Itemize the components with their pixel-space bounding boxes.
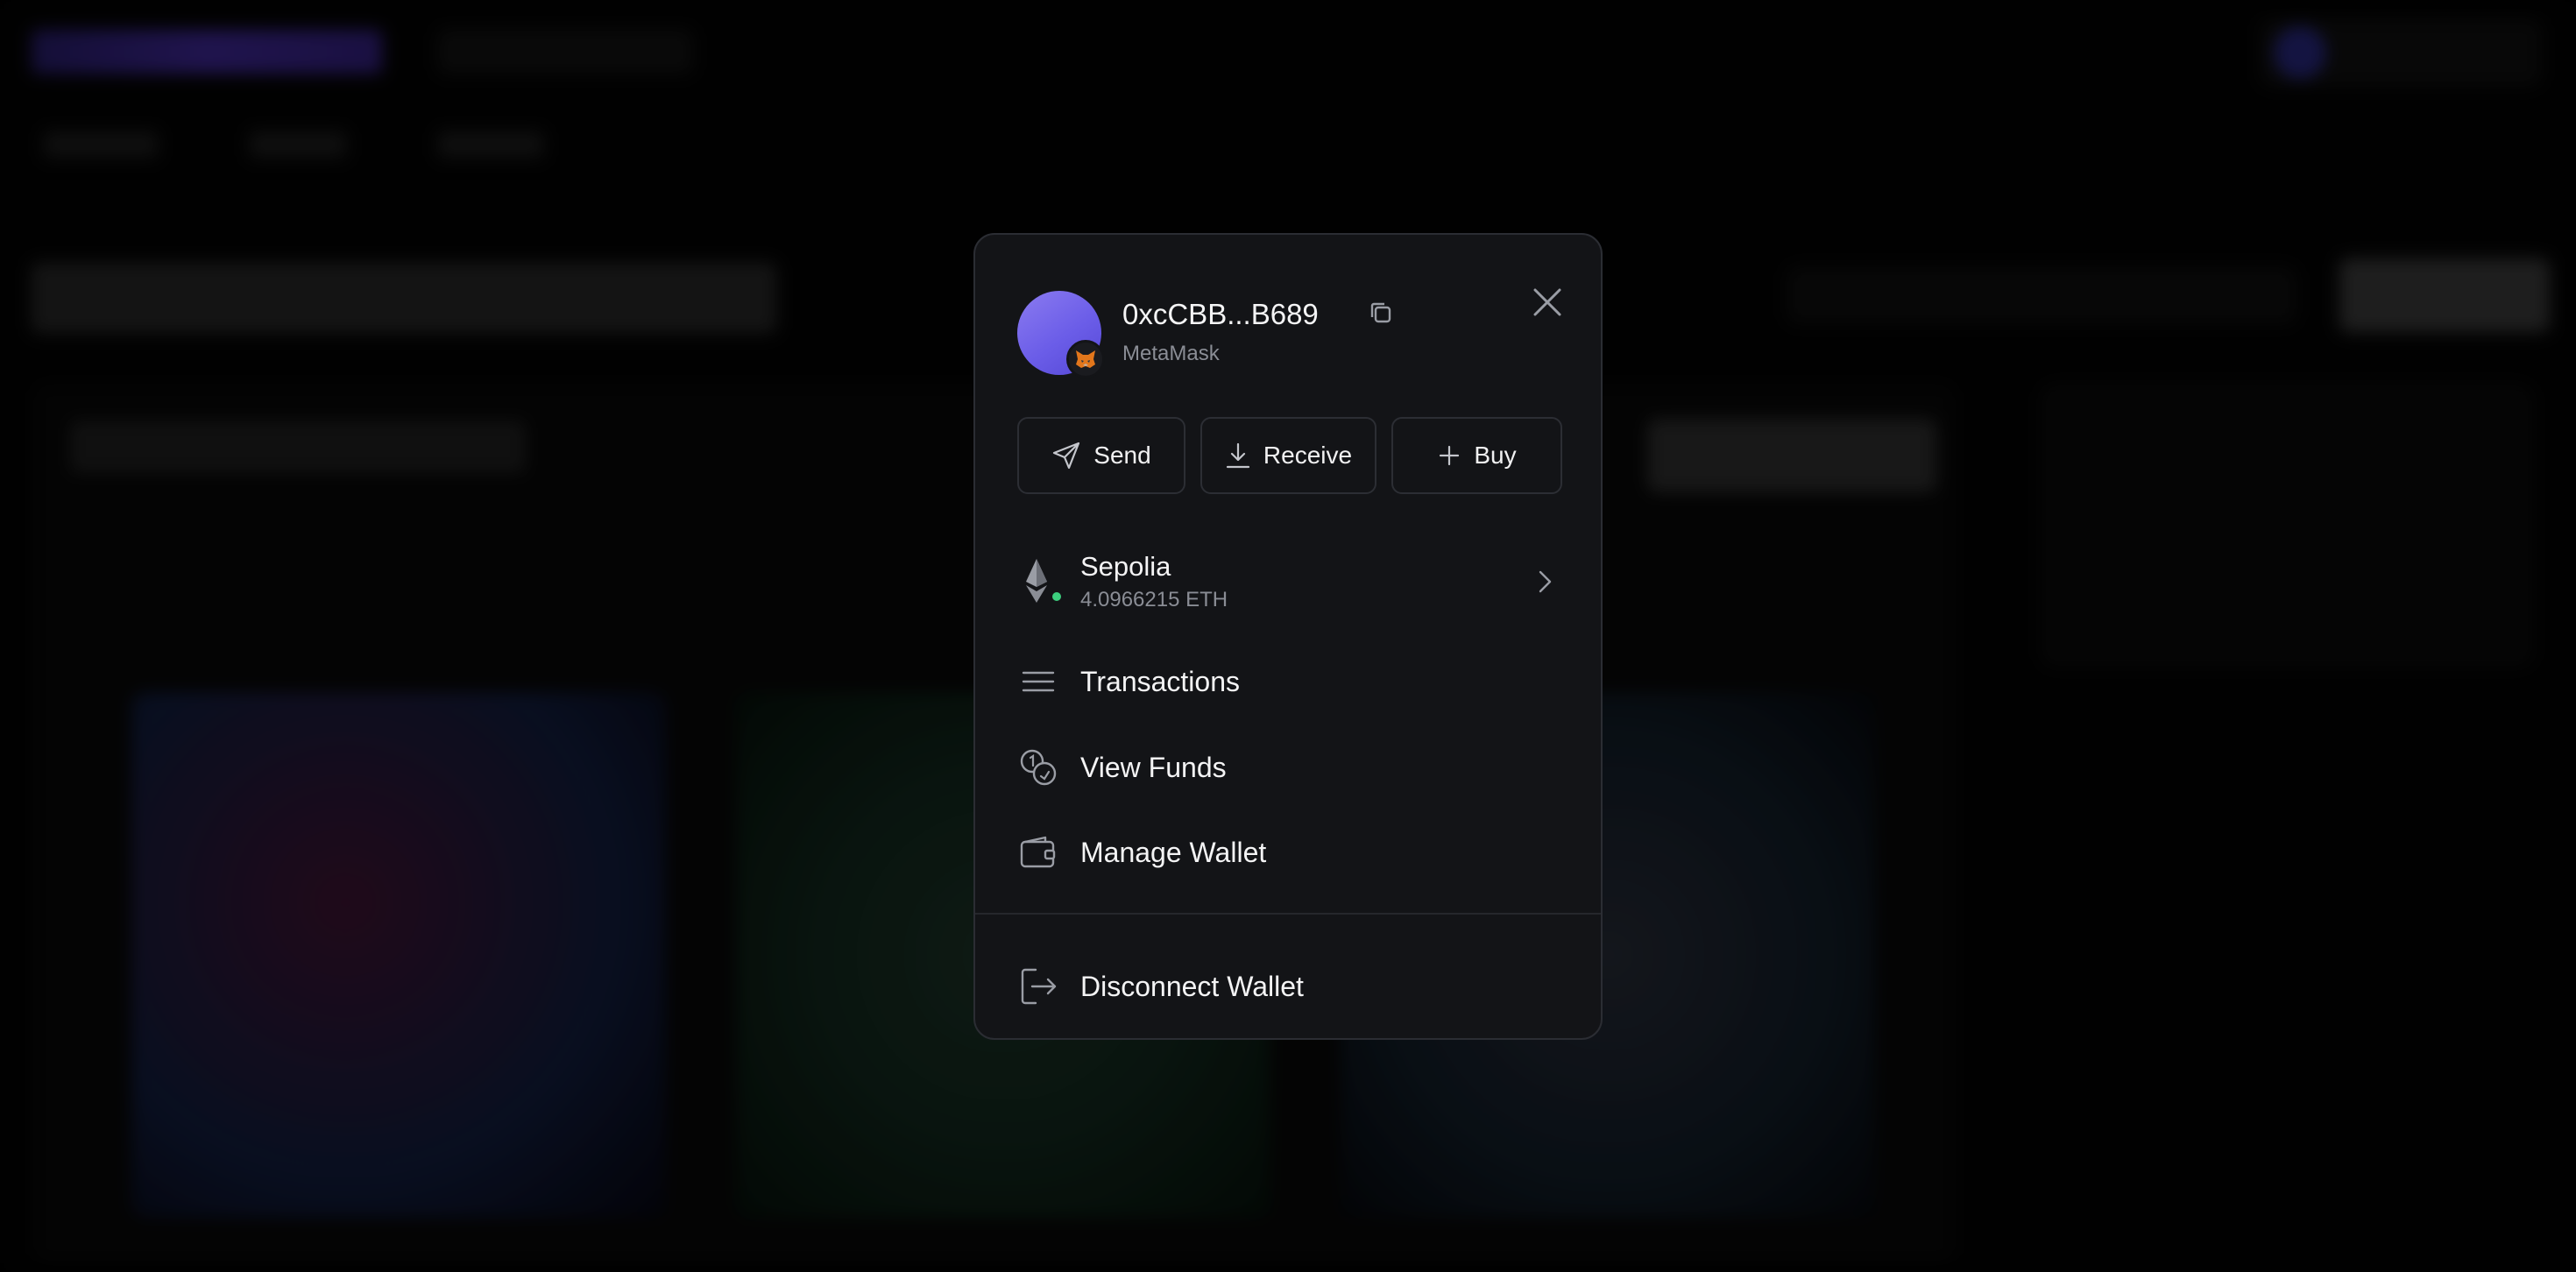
transactions-label: Transactions: [1080, 665, 1240, 697]
receive-button[interactable]: Receive: [1200, 417, 1376, 494]
logout-icon: [1017, 965, 1059, 1007]
copy-icon: [1370, 302, 1391, 323]
list-icon: [1017, 661, 1059, 703]
wallet-provider-name: MetaMask: [1122, 342, 1220, 365]
connected-status-dot: [1051, 590, 1063, 603]
action-buttons: Send Receive Buy: [1017, 417, 1562, 494]
disconnect-wallet-item[interactable]: Disconnect Wallet: [1017, 951, 1562, 1021]
buy-label: Buy: [1474, 442, 1517, 469]
wallet-icon: [1017, 831, 1059, 873]
disconnect-label: Disconnect Wallet: [1080, 970, 1304, 1002]
wallet-address: 0xcCBB...B689: [1122, 298, 1319, 330]
send-icon: [1053, 442, 1080, 470]
copy-address-button[interactable]: [1368, 300, 1398, 329]
wallet-details-modal: 0xcCBB...B689 MetaMask Send Receive Buy …: [973, 233, 1603, 1040]
view-funds-item[interactable]: View Funds: [1017, 732, 1562, 802]
network-switch-item[interactable]: Sepolia 4.0966215 ETH: [1017, 538, 1562, 625]
wallet-header: 0xcCBB...B689 MetaMask: [1017, 291, 1543, 378]
network-name: Sepolia: [1080, 551, 1171, 582]
divider: [975, 913, 1601, 915]
download-icon: [1226, 442, 1250, 469]
view-funds-label: View Funds: [1080, 751, 1227, 783]
send-label: Send: [1093, 442, 1151, 469]
transactions-item[interactable]: Transactions: [1017, 647, 1562, 717]
receive-label: Receive: [1263, 442, 1353, 469]
send-button[interactable]: Send: [1017, 417, 1185, 494]
buy-button[interactable]: Buy: [1391, 417, 1562, 494]
network-balance: 4.0966215 ETH: [1080, 588, 1228, 611]
ethereum-icon: [1017, 555, 1063, 608]
metamask-icon: [1066, 340, 1105, 378]
manage-wallet-item[interactable]: Manage Wallet: [1017, 817, 1562, 887]
coins-icon: [1017, 746, 1059, 788]
plus-icon: [1440, 445, 1460, 466]
chevron-right-icon: [1539, 570, 1552, 593]
manage-wallet-label: Manage Wallet: [1080, 836, 1267, 868]
